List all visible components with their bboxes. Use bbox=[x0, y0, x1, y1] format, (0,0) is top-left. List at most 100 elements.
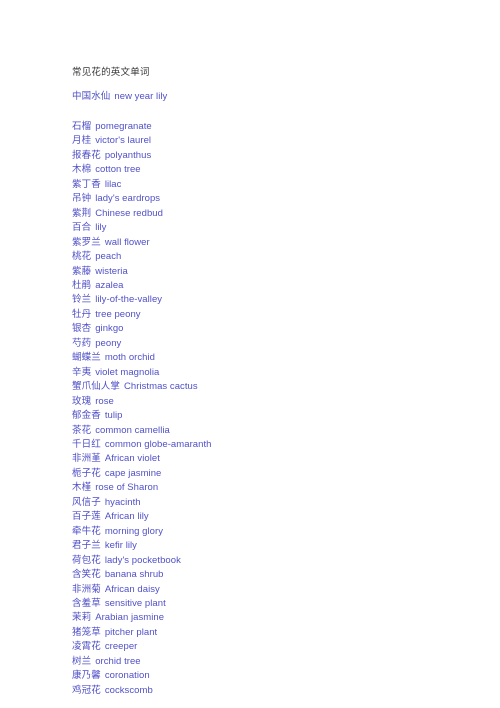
entry-chinese: 康乃馨 bbox=[72, 670, 101, 682]
entry-chinese: 牵牛花 bbox=[72, 525, 101, 537]
list-item: 茶花 common camellia bbox=[72, 424, 472, 438]
list-item: 牡丹 tree peony bbox=[72, 308, 472, 322]
entry-english: Chinese redbud bbox=[95, 207, 163, 219]
entry-english: rose of Sharon bbox=[95, 482, 159, 494]
entry-english: lady's eardrops bbox=[95, 193, 161, 205]
entry-chinese: 杜鹃 bbox=[72, 279, 92, 291]
entry-chinese: 铃兰 bbox=[72, 294, 92, 306]
entry-chinese: 木棉 bbox=[72, 164, 92, 176]
list-item: 百子莲 African lily bbox=[72, 510, 472, 524]
document-content: 常见花的英文单词 中国水仙 new year lily 石榴 pomegranate… bbox=[72, 66, 472, 698]
entry-english: common globe-amaranth bbox=[104, 438, 212, 450]
entry-english: Arabian jasmine bbox=[95, 612, 165, 624]
entry-english: pitcher plant bbox=[104, 626, 158, 638]
list-item: 郁金香 tulip bbox=[72, 409, 472, 423]
list-item: 非洲堇 African violet bbox=[72, 452, 472, 466]
list-item: 桃花 peach bbox=[72, 250, 472, 264]
list-item: 千日红 common globe-amaranth bbox=[72, 438, 472, 452]
list-item: 银杏 ginkgo bbox=[72, 322, 472, 336]
list-item: 报春花 polyanthus bbox=[72, 149, 472, 163]
entry-chinese: 茶花 bbox=[72, 424, 92, 436]
list-item: 紫丁香 lilac bbox=[72, 178, 472, 192]
entry-english: polyanthus bbox=[104, 149, 152, 161]
list-item: 辛夷 violet magnolia bbox=[72, 366, 472, 380]
list-item: 紫荆 Chinese redbud bbox=[72, 207, 472, 221]
entry-chinese: 鸡冠花 bbox=[72, 684, 101, 696]
entry-chinese: 凌霄花 bbox=[72, 641, 101, 653]
entry-english: African daisy bbox=[104, 583, 160, 595]
entry-english: violet magnolia bbox=[95, 366, 160, 378]
entry-english: ginkgo bbox=[95, 323, 124, 335]
list-item: 牵牛花 morning glory bbox=[72, 525, 472, 539]
entry-chinese: 君子兰 bbox=[72, 540, 101, 552]
list-item: 康乃馨 coronation bbox=[72, 669, 472, 683]
list-item: 石榴 pomegranate bbox=[72, 120, 472, 134]
entry-english: morning glory bbox=[104, 525, 164, 537]
entry-chinese: 含笑花 bbox=[72, 569, 101, 581]
list-item: 凌霄花 creeper bbox=[72, 640, 472, 654]
vocabulary-list: 石榴 pomegranate 月桂 victor's laurel 报春花 polyant… bbox=[72, 120, 472, 698]
entry-chinese: 辛夷 bbox=[72, 366, 92, 378]
list-item: 紫藤 wisteria bbox=[72, 265, 472, 279]
entry-chinese: 百合 bbox=[72, 222, 92, 234]
entry-chinese: 紫丁香 bbox=[72, 178, 101, 190]
list-item: 猪笼草 pitcher plant bbox=[72, 626, 472, 640]
list-item: 含羞草 sensitive plant bbox=[72, 597, 472, 611]
entry-english: pomegranate bbox=[95, 121, 152, 132]
entry-chinese: 吊钟 bbox=[72, 193, 92, 205]
entry-chinese: 蝴蝶兰 bbox=[72, 352, 101, 364]
entry-english: cotton tree bbox=[95, 164, 141, 176]
lead-entry-chinese: 中国水仙 bbox=[72, 91, 111, 102]
list-item: 树兰 orchid tree bbox=[72, 655, 472, 669]
entry-chinese: 千日红 bbox=[72, 438, 101, 450]
entry-english: tulip bbox=[104, 410, 123, 422]
entry-english: lady's pocketbook bbox=[104, 554, 181, 566]
list-item: 紫罗兰 wall flower bbox=[72, 236, 472, 250]
entry-chinese: 桃花 bbox=[72, 251, 92, 263]
entry-chinese: 芍药 bbox=[72, 337, 92, 349]
entry-english: rose bbox=[95, 395, 114, 407]
entry-english: banana shrub bbox=[104, 569, 164, 581]
entry-english: tree peony bbox=[95, 308, 141, 320]
entry-chinese: 百子莲 bbox=[72, 511, 101, 523]
lead-entry-english: new year lily bbox=[114, 91, 168, 102]
list-item: 荷包花 lady's pocketbook bbox=[72, 554, 472, 568]
list-item: 芍药 peony bbox=[72, 337, 472, 351]
entry-english: creeper bbox=[104, 641, 138, 653]
list-item: 非洲菊 African daisy bbox=[72, 583, 472, 597]
entry-chinese: 玫瑰 bbox=[72, 395, 92, 407]
document-page: 常见花的英文单词 中国水仙 new year lily 石榴 pomegranate… bbox=[0, 0, 500, 708]
entry-english: wisteria bbox=[95, 265, 128, 277]
entry-chinese: 银杏 bbox=[72, 323, 92, 335]
list-item: 吊钟 lady's eardrops bbox=[72, 192, 472, 206]
entry-english: cape jasmine bbox=[104, 467, 162, 479]
entry-english: coronation bbox=[104, 670, 150, 682]
entry-chinese: 蟹爪仙人掌 bbox=[72, 381, 121, 393]
list-item: 栀子花 cape jasmine bbox=[72, 467, 472, 481]
entry-english: lily-of-the-valley bbox=[95, 294, 163, 306]
lead-vocabulary-entry: 中国水仙 new year lily bbox=[72, 90, 472, 104]
list-item: 百合 lily bbox=[72, 221, 472, 235]
entry-chinese: 树兰 bbox=[72, 655, 92, 667]
entry-chinese: 荷包花 bbox=[72, 554, 101, 566]
entry-chinese: 紫荆 bbox=[72, 207, 92, 219]
entry-chinese: 郁金香 bbox=[72, 410, 101, 422]
entry-chinese: 月桂 bbox=[72, 135, 92, 147]
entry-english: lilac bbox=[104, 178, 122, 190]
entry-english: azalea bbox=[95, 279, 124, 291]
entry-english: moth orchid bbox=[104, 352, 155, 364]
entry-english: African lily bbox=[104, 511, 149, 523]
list-item: 含笑花 banana shrub bbox=[72, 568, 472, 582]
entry-chinese: 石榴 bbox=[72, 121, 92, 132]
entry-chinese: 非洲堇 bbox=[72, 453, 101, 465]
list-item: 蟹爪仙人掌 Christmas cactus bbox=[72, 380, 472, 394]
list-item: 茉莉 Arabian jasmine bbox=[72, 611, 472, 625]
entry-chinese: 牡丹 bbox=[72, 308, 92, 320]
entry-chinese: 茉莉 bbox=[72, 612, 92, 624]
entry-chinese: 风信子 bbox=[72, 496, 101, 508]
entry-chinese: 非洲菊 bbox=[72, 583, 101, 595]
entry-english: victor's laurel bbox=[95, 135, 152, 147]
list-item: 月桂 victor's laurel bbox=[72, 134, 472, 148]
list-item: 君子兰 kefir lily bbox=[72, 539, 472, 553]
entry-english: wall flower bbox=[104, 236, 150, 248]
